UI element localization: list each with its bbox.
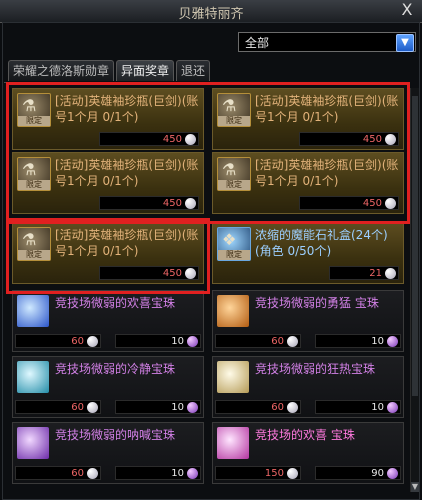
- shop-item[interactable]: 竞技场微弱的呐喊宝珠 60 10: [12, 422, 204, 484]
- item-price-primary: 60: [215, 400, 301, 414]
- scrollbar-thumb[interactable]: [412, 96, 418, 396]
- medal-icon: [87, 468, 98, 479]
- shop-item[interactable]: ❖ 限定 浓缩的魔能石礼盒(24个)(角色 0/50个) 21: [212, 222, 404, 284]
- filter-dropdown[interactable]: 全部 ▼: [238, 32, 416, 52]
- shop-item[interactable]: 竞技场微弱的勇猛 宝珠 60 10: [212, 290, 404, 352]
- gem-icon: [387, 336, 398, 347]
- gem-icon: [187, 468, 198, 479]
- medal-icon: [287, 402, 298, 413]
- tab-glory-medal[interactable]: 荣耀之德洛斯勋章: [8, 60, 115, 81]
- item-name: 浓缩的魔能石礼盒(24个)(角色 0/50个): [255, 228, 388, 258]
- highlight-box: [6, 82, 410, 224]
- item-price-primary: 60: [15, 334, 101, 348]
- item-price-primary: 60: [215, 334, 301, 348]
- tab-otherworld-medal[interactable]: 异面奖章: [116, 60, 175, 81]
- shop-item[interactable]: 竞技场的欢喜 宝珠 150 90: [212, 422, 404, 484]
- item-price-secondary: 10: [115, 466, 201, 480]
- title-bar: 贝雅特丽齐 X: [0, 0, 422, 23]
- window-title: 贝雅特丽齐: [178, 7, 244, 22]
- orb-icon: [17, 427, 49, 459]
- item-price-primary: 150: [215, 466, 301, 480]
- item-price: 21: [329, 266, 399, 280]
- close-button[interactable]: X: [398, 1, 416, 19]
- item-price-primary: 60: [15, 400, 101, 414]
- filter-value: 全部: [245, 36, 270, 50]
- shop-item[interactable]: 竞技场微弱的狂热宝珠 60 10: [212, 356, 404, 418]
- orb-icon: [217, 295, 249, 327]
- tab-bar: 荣耀之德洛斯勋章 异面奖章 退还: [8, 60, 212, 82]
- shop-item[interactable]: 竞技场微弱的欢喜宝珠 60 10: [12, 290, 204, 352]
- scrollbar[interactable]: ▼: [410, 88, 419, 492]
- item-name: 竞技场微弱的欢喜宝珠: [55, 296, 176, 310]
- item-name: 竞技场微弱的冷静宝珠: [55, 362, 176, 376]
- chevron-down-icon[interactable]: ▼: [396, 34, 414, 52]
- gem-icon: [387, 468, 398, 479]
- gift-box-icon: ❖ 限定: [217, 227, 251, 261]
- orb-icon: [17, 361, 49, 393]
- highlight-box: [6, 218, 210, 294]
- item-price-secondary: 10: [115, 334, 201, 348]
- medal-icon: [87, 402, 98, 413]
- item-price-secondary: 10: [115, 400, 201, 414]
- item-name: 竞技场微弱的勇猛 宝珠: [255, 296, 379, 310]
- item-price-secondary: 90: [315, 466, 401, 480]
- gem-icon: [187, 336, 198, 347]
- item-price-secondary: 10: [315, 334, 401, 348]
- scroll-down-icon[interactable]: ▼: [411, 482, 419, 492]
- orb-icon: [217, 427, 249, 459]
- item-name: 竞技场微弱的呐喊宝珠: [55, 428, 176, 442]
- item-name: 竞技场微弱的狂热宝珠: [255, 362, 376, 376]
- medal-icon: [385, 268, 396, 279]
- gem-icon: [387, 402, 398, 413]
- medal-icon: [287, 336, 298, 347]
- orb-icon: [17, 295, 49, 327]
- item-name: 竞技场的欢喜 宝珠: [255, 428, 355, 442]
- shop-item[interactable]: 竞技场微弱的冷静宝珠 60 10: [12, 356, 204, 418]
- item-price-primary: 60: [15, 466, 101, 480]
- item-price-secondary: 10: [315, 400, 401, 414]
- medal-icon: [87, 336, 98, 347]
- orb-icon: [217, 361, 249, 393]
- medal-icon: [287, 468, 298, 479]
- tab-refund[interactable]: 退还: [176, 60, 211, 81]
- limited-badge: 限定: [218, 250, 250, 260]
- gem-icon: [187, 402, 198, 413]
